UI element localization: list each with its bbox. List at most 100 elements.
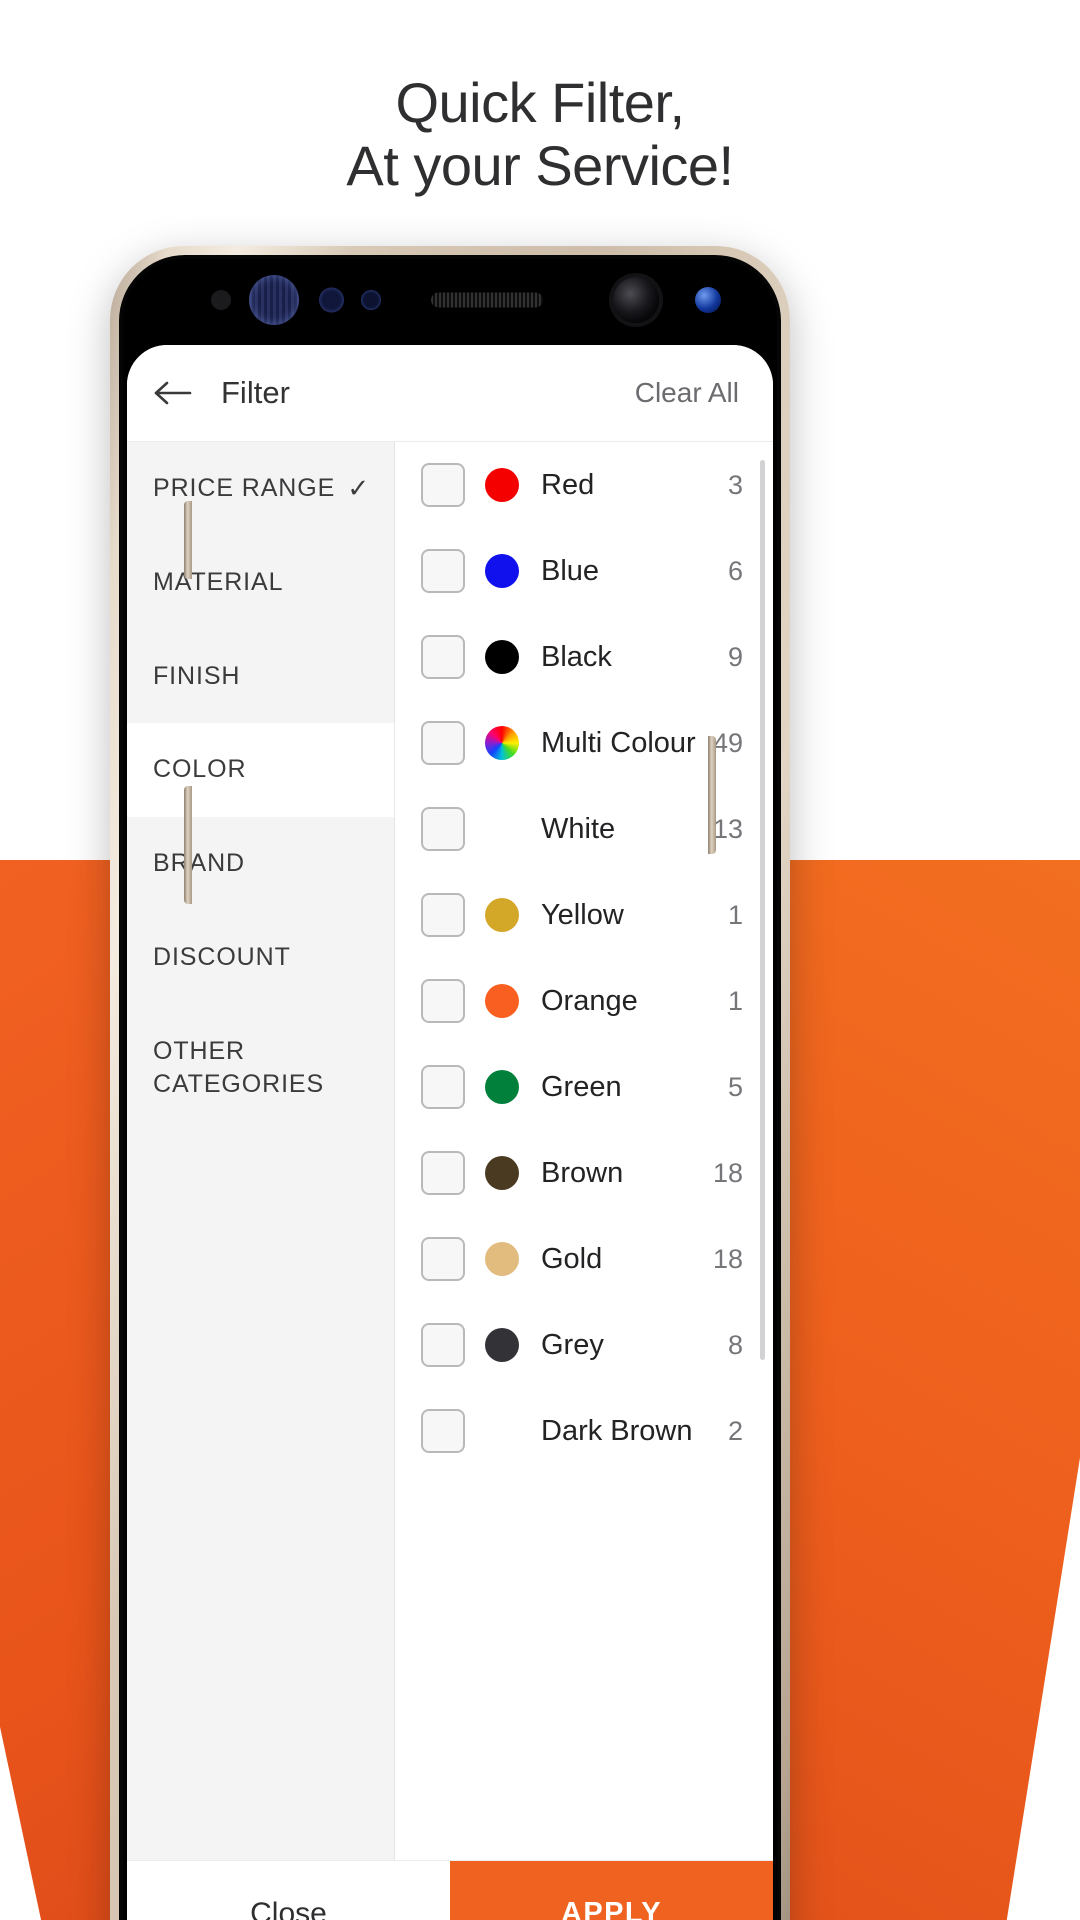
color-count-label: 18 [712, 1243, 743, 1274]
color-swatch-icon [485, 554, 519, 588]
color-count-label: 1 [727, 899, 743, 930]
light-sensor-icon [361, 290, 381, 310]
sidebar-item-finish[interactable]: FINISH [127, 630, 394, 724]
color-swatch-icon [485, 1328, 519, 1362]
color-checkbox[interactable] [421, 721, 465, 765]
phone-glass: Filter Clear All PRICE RANGE ✓ MATERIAL [123, 259, 777, 1920]
clear-all-button[interactable]: Clear All [635, 377, 739, 409]
color-count-label: 1 [727, 985, 743, 1016]
color-checkbox[interactable] [421, 1151, 465, 1195]
color-name-label: Multi Colour [541, 726, 696, 759]
color-swatch-icon [485, 1414, 519, 1448]
phone-button-power[interactable] [708, 736, 716, 854]
headline-line-2: At your Service! [346, 133, 734, 197]
color-swatch-icon [485, 726, 519, 760]
color-checkbox[interactable] [421, 463, 465, 507]
color-name-label: Blue [541, 554, 600, 587]
color-count-label: 49 [712, 727, 743, 758]
color-swatch-icon [485, 1242, 519, 1276]
color-option-row[interactable]: Blue 6 [395, 528, 773, 614]
page-title: Filter [221, 375, 290, 410]
earpiece-speaker-icon [431, 292, 543, 308]
sidebar-item-label: OTHER CATEGORIES [153, 1036, 325, 1099]
color-count-label: 3 [727, 469, 743, 500]
phone-frame: Filter Clear All PRICE RANGE ✓ MATERIAL [110, 246, 790, 1920]
color-checkbox[interactable] [421, 635, 465, 679]
color-option-row[interactable]: Red 3 [395, 442, 773, 528]
color-checkbox[interactable] [421, 1237, 465, 1281]
color-checkbox[interactable] [421, 1409, 465, 1453]
sidebar-filler [127, 1132, 394, 1860]
color-option-row[interactable]: Black 9 [395, 614, 773, 700]
color-count-label: 9 [727, 641, 743, 672]
color-swatch-icon [485, 812, 519, 846]
phone-button-volume[interactable] [184, 786, 192, 904]
ir-sensor-icon [319, 287, 344, 313]
iris-scanner-icon [249, 275, 299, 325]
color-option-list[interactable]: Red 3 Blue 6 Black 9 Multi Colour 49 White 13 Yell… [395, 442, 773, 1860]
color-checkbox[interactable] [421, 979, 465, 1023]
filter-footer: Close APPLY [127, 1860, 773, 1920]
sidebar-item-label: BRAND [153, 849, 246, 877]
back-arrow-icon[interactable] [151, 371, 195, 415]
color-name-label: Yellow [541, 898, 624, 931]
color-option-row[interactable]: Grey 8 [395, 1302, 773, 1388]
sidebar-item-color[interactable]: COLOR [127, 723, 394, 817]
phone-button-bixby[interactable] [184, 501, 192, 579]
color-name-label: Black [541, 640, 612, 673]
color-swatch-icon [485, 1156, 519, 1190]
filter-body: PRICE RANGE ✓ MATERIAL FINISH COLOR BRAN… [127, 441, 773, 1860]
color-count-label: 13 [712, 813, 743, 844]
sidebar-item-other-categories[interactable]: OTHER CATEGORIES [127, 1005, 394, 1133]
color-name-label: Orange [541, 984, 638, 1017]
check-icon: ✓ [347, 473, 370, 504]
color-option-row[interactable]: Gold 18 [395, 1216, 773, 1302]
phone-inner-bezel: Filter Clear All PRICE RANGE ✓ MATERIAL [119, 255, 781, 1920]
color-name-label: Green [541, 1070, 622, 1103]
scrollbar-track[interactable] [760, 450, 769, 1852]
color-swatch-icon [485, 984, 519, 1018]
color-name-label: Red [541, 468, 595, 501]
promo-headline: Quick Filter, At your Service! [0, 71, 1080, 197]
color-option-row[interactable]: Multi Colour 49 [395, 700, 773, 786]
color-option-row[interactable]: Yellow 1 [395, 872, 773, 958]
color-option-row[interactable]: White 13 [395, 786, 773, 872]
color-swatch-icon [485, 468, 519, 502]
filter-category-sidebar: PRICE RANGE ✓ MATERIAL FINISH COLOR BRAN… [127, 442, 395, 1860]
app-header: Filter Clear All [127, 345, 773, 441]
color-option-row[interactable]: Brown 18 [395, 1130, 773, 1216]
color-checkbox[interactable] [421, 1065, 465, 1109]
color-count-label: 2 [727, 1415, 743, 1446]
color-count-label: 5 [727, 1071, 743, 1102]
sidebar-item-label: PRICE RANGE [153, 474, 336, 502]
color-checkbox[interactable] [421, 549, 465, 593]
phone-mockup: Filter Clear All PRICE RANGE ✓ MATERIAL [110, 246, 790, 1920]
sidebar-item-label: COLOR [153, 755, 247, 784]
scrollbar-thumb[interactable] [760, 460, 765, 1360]
color-name-label: Gold [541, 1242, 603, 1275]
close-button[interactable]: Close [127, 1861, 450, 1920]
color-option-row[interactable]: Green 5 [395, 1044, 773, 1130]
status-led-icon [695, 287, 721, 313]
front-camera-icon [613, 277, 659, 323]
sidebar-item-material[interactable]: MATERIAL [127, 536, 394, 630]
color-count-label: 6 [727, 555, 743, 586]
phone-top-bezel [123, 259, 777, 341]
color-checkbox[interactable] [421, 893, 465, 937]
color-option-row[interactable]: Dark Brown 2 [395, 1388, 773, 1474]
sidebar-item-label: DISCOUNT [153, 942, 291, 971]
color-checkbox[interactable] [421, 1323, 465, 1367]
color-option-row[interactable]: Orange 1 [395, 958, 773, 1044]
color-checkbox[interactable] [421, 807, 465, 851]
app-screen: Filter Clear All PRICE RANGE ✓ MATERIAL [127, 345, 773, 1920]
color-count-label: 8 [727, 1329, 743, 1360]
color-swatch-icon [485, 640, 519, 674]
headline-line-1: Quick Filter, [395, 71, 685, 134]
color-swatch-icon [485, 898, 519, 932]
sidebar-item-price-range[interactable]: PRICE RANGE ✓ [127, 442, 394, 536]
apply-button[interactable]: APPLY [450, 1861, 773, 1920]
sidebar-item-brand[interactable]: BRAND [127, 817, 394, 911]
sidebar-item-label: MATERIAL [153, 567, 284, 596]
sidebar-item-discount[interactable]: DISCOUNT [127, 911, 394, 1005]
color-count-label: 18 [712, 1157, 743, 1188]
